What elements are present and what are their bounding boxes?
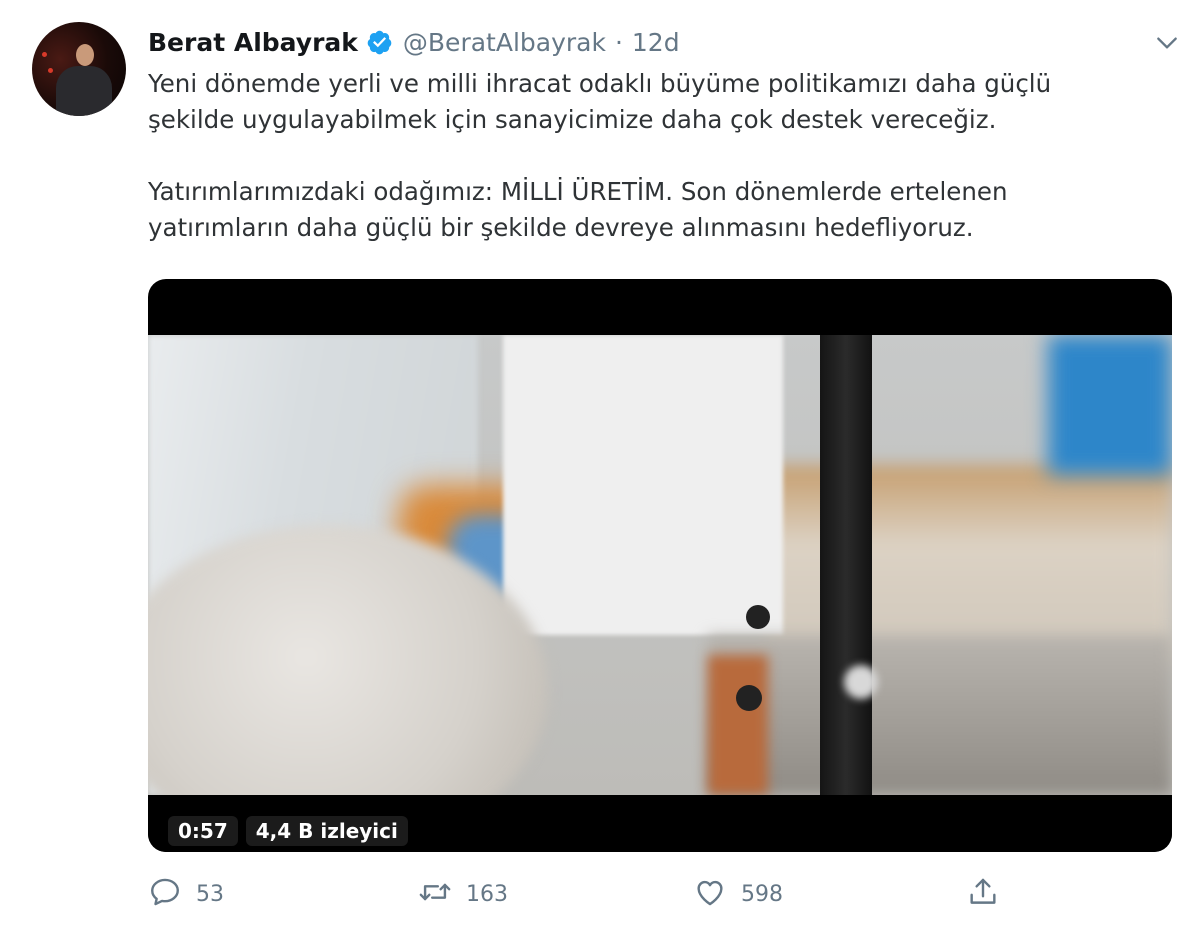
reply-icon (148, 875, 182, 913)
video-scene-box (1048, 335, 1172, 475)
like-button[interactable]: 598 (693, 872, 783, 916)
reply-count: 53 (196, 881, 224, 907)
video-player[interactable]: 0:57 4,4 B izleyici (148, 279, 1172, 852)
avatar-face (76, 44, 94, 66)
avatar-detail (48, 68, 53, 73)
video-scene-table (708, 635, 1172, 795)
like-count: 598 (741, 881, 783, 907)
video-controls: 0:57 4,4 B izleyici (148, 795, 1172, 852)
tweet-text-line: yatırımların daha güçlü bir şekilde devr… (148, 213, 974, 242)
verified-badge-icon (366, 29, 393, 56)
avatar[interactable] (32, 22, 126, 116)
tweet-text-line: şekilde uygulayabilmek için sanayicimize… (148, 105, 997, 134)
heart-icon (693, 875, 727, 913)
tweet-text-line: Yatırımlarımızdaki odağımız: MİLLİ ÜRETİ… (148, 177, 1008, 206)
avatar-figure (56, 66, 112, 116)
tweet-timestamp[interactable]: 12d (632, 28, 680, 57)
video-scene-light (844, 665, 878, 699)
retweet-count: 163 (466, 881, 508, 907)
avatar-detail (42, 52, 47, 57)
tweet-text-line: Yeni dönemde yerli ve milli ihracat odak… (148, 69, 1052, 98)
video-info: 0:57 4,4 B izleyici (168, 811, 408, 851)
video-scene-pole (820, 335, 872, 795)
tweet-text: Yeni dönemde yerli ve milli ihracat odak… (148, 66, 1158, 246)
chevron-down-icon[interactable] (1152, 28, 1182, 58)
tweet-actions: 53 163 598 (148, 872, 1008, 916)
retweet-icon (418, 875, 452, 913)
retweet-button[interactable]: 163 (418, 872, 508, 916)
reply-button[interactable]: 53 (148, 872, 224, 916)
video-duration: 0:57 (168, 816, 238, 846)
video-scene-detail (708, 655, 768, 795)
video-scene-knob (746, 605, 770, 629)
tweet-header: Berat Albayrak @BeratAlbayrak · 12d (148, 24, 680, 60)
share-icon (966, 875, 1000, 913)
author-name[interactable]: Berat Albayrak (148, 28, 358, 57)
author-handle[interactable]: @BeratAlbayrak (403, 28, 606, 57)
separator-dot: · (614, 27, 623, 57)
share-button[interactable] (966, 872, 1000, 916)
video-scene-knob (736, 685, 762, 711)
video-scene-panel (503, 335, 783, 635)
video-frame[interactable] (148, 335, 1172, 795)
video-view-count: 4,4 B izleyici (245, 816, 408, 846)
